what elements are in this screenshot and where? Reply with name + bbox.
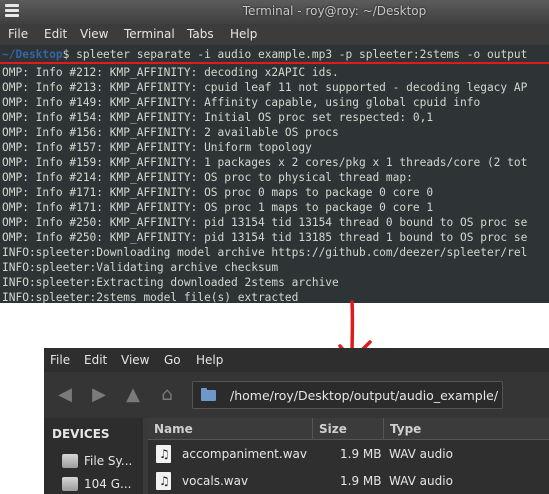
menu-tabs[interactable]: Tabs [187,27,214,41]
file-name: accompaniment.wav [182,447,307,461]
output-line: INFO:spleeter:Downloading model archive … [2,246,528,259]
output-line: OMP: Info #250: KMP_AFFINITY: pid 13154 … [2,216,528,229]
output-line: OMP: Info #213: KMP_AFFINITY: cpuid leaf… [2,81,528,94]
sidebar-item-label: File Sy... [84,454,133,468]
sidebar-item-volume[interactable]: 104 G... [62,474,142,494]
output-line: OMP: Info #212: KMP_AFFINITY: decoding x… [2,66,339,79]
file-manager-window: File Edit View Go Help ◀ ▶ ▲ ⌂ /home/roy… [44,348,549,494]
back-arrow-icon[interactable]: ◀ [54,384,76,406]
column-label: Name [154,422,193,436]
home-icon[interactable]: ⌂ [156,384,178,406]
output-line: OMP: Info #156: KMP_AFFINITY: 2 availabl… [2,126,339,139]
forward-arrow-icon[interactable]: ▶ [88,384,110,406]
fm-menu-go[interactable]: Go [164,353,181,367]
output-line: INFO:spleeter:2stems model file(s) extra… [2,291,299,303]
audio-file-icon: ♫ [156,445,171,463]
menu-file[interactable]: File [8,27,28,41]
menu-terminal[interactable]: Terminal [124,27,175,41]
sidebar: DEVICES File Sy... 104 G... [44,418,143,494]
file-size: 1.9 MB [340,474,382,488]
output-line: OMP: Info #214: KMP_AFFINITY: OS proc to… [2,171,413,184]
terminal-window: Terminal - roy@roy: ~/Desktop File Edit … [0,0,549,303]
file-row[interactable]: ♫ accompaniment.wav 1.9 MB WAV audio [148,441,549,467]
output-line: OMP: Info #159: KMP_AFFINITY: 1 packages… [2,156,528,169]
menu-help[interactable]: Help [230,27,257,41]
output-line: OMP: Info #154: KMP_AFFINITY: Initial OS… [2,111,434,124]
folder-icon [201,388,216,401]
menu-view[interactable]: View [80,27,108,41]
output-line: INFO:spleeter:Validating archive checksu… [2,261,279,274]
terminal-menubar: File Edit View Terminal Tabs Help [0,24,549,45]
location-bar[interactable]: /home/roy/Desktop/output/audio_example/ [192,381,503,409]
file-type: WAV audio [389,474,453,488]
terminal-title: Terminal - roy@roy: ~/Desktop [242,4,427,18]
output-line: OMP: Info #171: KMP_AFFINITY: OS proc 1 … [2,201,434,214]
column-label: Type [390,422,422,436]
file-list: Name Size Type ♫ accompaniment.wav 1.9 M… [148,418,549,494]
output-line: OMP: Info #171: KMP_AFFINITY: OS proc 0 … [2,186,434,199]
drive-icon [62,477,78,491]
file-type: WAV audio [389,447,453,461]
sidebar-item-filesystem[interactable]: File Sy... [62,451,142,471]
output-line: OMP: Info #149: KMP_AFFINITY: Affinity c… [2,96,481,109]
fm-menu-file[interactable]: File [50,353,70,367]
file-manager-toolbar: ◀ ▶ ▲ ⌂ /home/roy/Desktop/output/audio_e… [44,372,549,418]
file-size: 1.9 MB [340,447,382,461]
file-manager-menubar: File Edit View Go Help [44,348,549,372]
column-header-size[interactable]: Size [313,418,384,440]
output-line: OMP: Info #157: KMP_AFFINITY: Uniform to… [2,141,312,154]
audio-file-icon: ♫ [156,472,171,490]
menu-edit[interactable]: Edit [44,27,67,41]
command-text: spleeter separate -i audio example.mp3 -… [69,48,528,61]
fm-menu-edit[interactable]: Edit [84,353,107,367]
column-header-name[interactable]: Name [148,418,313,440]
column-label: Size [319,422,347,436]
output-line: OMP: Info #250: KMP_AFFINITY: pid 13154 … [2,231,528,244]
terminal-output[interactable]: ~/Desktop$ spleeter separate -i audio ex… [0,45,549,303]
sidebar-item-label: 104 G... [84,477,132,491]
file-name: vocals.wav [182,474,249,488]
output-line: INFO:spleeter:Extracting downloaded 2ste… [2,276,339,289]
command-underline-annotation [0,62,549,64]
up-arrow-icon[interactable]: ▲ [122,384,144,406]
drive-icon [62,454,78,468]
fm-menu-view[interactable]: View [121,353,149,367]
location-path: /home/roy/Desktop/output/audio_example/ [230,388,499,403]
command-line: ~/Desktop$ spleeter separate -i audio ex… [2,47,527,62]
sidebar-heading-devices: DEVICES [52,427,110,441]
prompt-path: ~/Desktop [2,48,63,61]
file-row[interactable]: ♫ vocals.wav 1.9 MB WAV audio [148,468,549,494]
fm-menu-help[interactable]: Help [196,353,223,367]
column-header-type[interactable]: Type [384,418,549,440]
terminal-titlebar[interactable]: Terminal - roy@roy: ~/Desktop [0,0,549,24]
